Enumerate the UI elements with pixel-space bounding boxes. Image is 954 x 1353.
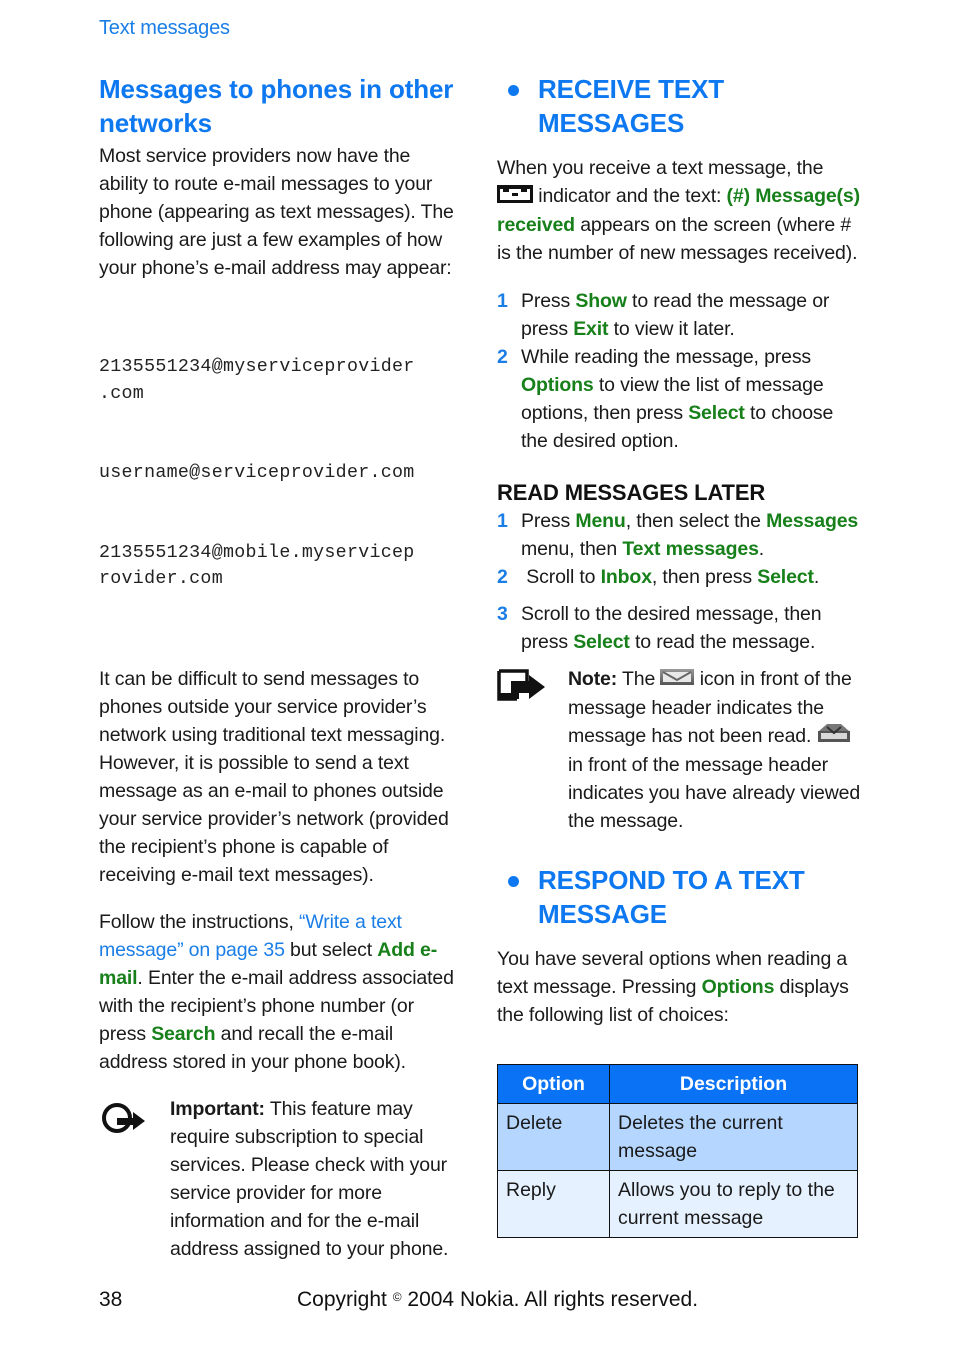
step-number: 2 — [497, 345, 508, 368]
section-heading-receive: RECEIVE TEXT MESSAGES — [497, 72, 862, 140]
step-item: 1 Press Show to read the message or pres… — [497, 287, 862, 343]
bullet-icon — [508, 875, 519, 887]
page-number: 38 — [99, 1288, 123, 1311]
table-row: Delete Deletes the current message — [497, 1103, 858, 1171]
key-menu: Menu — [575, 509, 626, 532]
key-text-messages: Text messages — [622, 537, 759, 560]
important-icon — [99, 1099, 149, 1147]
right-column: RECEIVE TEXT MESSAGES When you receive a… — [497, 72, 862, 1029]
key-select: Select — [573, 630, 630, 653]
running-head: Text messages — [99, 17, 230, 39]
key-options: Options — [701, 975, 775, 998]
message-indicator-icon — [497, 183, 533, 211]
email-examples: 2135551234@myserviceprovider .com userna… — [99, 301, 464, 646]
options-table: Option Description Delete Deletes the cu… — [497, 1064, 858, 1238]
step-number: 3 — [497, 602, 508, 625]
text-run: While reading the message, press — [521, 345, 812, 368]
text-run: to read the message. — [629, 630, 816, 653]
text-run: but select — [284, 938, 378, 961]
text-run: Copyright — [297, 1288, 393, 1311]
left-column: Messages to phones in other networks Mos… — [99, 72, 464, 1263]
text-run: , then select the — [625, 509, 767, 532]
respond-paragraph: You have several options when reading a … — [497, 945, 862, 1029]
instructions-paragraph: Follow the instructions, “Write a text m… — [99, 908, 464, 1076]
email-example: username@serviceprovider.com — [99, 463, 415, 483]
text-run: , then press — [651, 565, 758, 588]
step-item: 3 Scroll to the desired message, then pr… — [497, 600, 862, 656]
section-heading-read-later: READ MESSAGES LATER — [497, 479, 766, 505]
column-header-option: Option — [497, 1064, 610, 1104]
text-run: Scroll to — [521, 565, 601, 588]
heading-text: RESPOND TO A TEXT MESSAGE — [538, 864, 805, 929]
email-example: 2135551234@mobile.myservicep rovider.com — [99, 542, 415, 590]
section-heading-other-networks: Messages to phones in other networks — [99, 74, 454, 138]
option-cell: Delete — [497, 1103, 610, 1171]
step-number: 1 — [497, 289, 508, 312]
text-run: Press — [521, 289, 576, 312]
description-cell: Allows you to reply to the current messa… — [609, 1170, 858, 1238]
step-number: 2 — [497, 565, 508, 588]
table-row: Reply Allows you to reply to the current… — [497, 1170, 858, 1238]
email-example: 2135551234@myserviceprovider .com — [99, 357, 415, 404]
note-label: Note: — [568, 667, 618, 690]
key-show: Show — [575, 289, 627, 312]
copyright: Copyright © 2004 Nokia. All rights reser… — [297, 1288, 698, 1312]
read-later-steps: 1 Press Menu, then select the Messages m… — [497, 507, 862, 656]
text-run: indicator and the text: — [533, 185, 727, 207]
step-item: 2 While reading the message, press Optio… — [497, 343, 862, 455]
table-header-row: Option Description — [497, 1064, 858, 1104]
step-item: 2 Scroll to Inbox, then press Select. — [497, 563, 862, 591]
key-inbox: Inbox — [600, 565, 652, 588]
receive-steps: 1 Press Show to read the message or pres… — [497, 287, 862, 455]
description-cell: Deletes the current message — [609, 1103, 858, 1171]
important-notice: Important: This feature may require subs… — [99, 1095, 464, 1263]
key-select: Select — [757, 565, 814, 588]
column-header-description: Description — [609, 1064, 858, 1104]
text-run: 2004 Nokia. All rights reserved. — [401, 1288, 699, 1311]
heading-text: RECEIVE TEXT MESSAGES — [538, 74, 725, 138]
text-run: in front of the message header indicates… — [568, 753, 861, 832]
text-run: When you receive a text message, the — [497, 157, 824, 179]
important-label: Important: — [170, 1097, 265, 1120]
step-item: 1 Press Menu, then select the Messages m… — [497, 507, 862, 563]
intro-paragraph: Most service providers now have the abil… — [99, 145, 454, 279]
option-cell: Reply — [497, 1170, 610, 1238]
key-options: Options — [521, 373, 594, 396]
text-run: . — [758, 537, 765, 560]
key-search: Search — [151, 1022, 216, 1045]
section-heading-respond: RESPOND TO A TEXT MESSAGE — [497, 863, 862, 931]
read-message-icon — [817, 723, 851, 751]
bullet-icon — [508, 85, 519, 96]
note-icon — [497, 669, 547, 711]
key-select: Select — [688, 401, 745, 424]
key-exit: Exit — [573, 317, 609, 340]
text-run: Follow the instructions, — [99, 910, 300, 933]
text-run: menu, then — [521, 537, 623, 560]
text-run: The — [617, 667, 661, 690]
important-text: This feature may require subscription to… — [170, 1097, 449, 1260]
text-run: Press — [521, 509, 576, 532]
unread-message-icon — [660, 666, 695, 694]
text-run: . — [813, 565, 820, 588]
difficulty-paragraph: It can be difficult to send messages to … — [99, 667, 449, 886]
copyright-symbol: © — [392, 1290, 402, 1304]
receive-paragraph: When you receive a text message, the ind… — [497, 154, 862, 267]
step-number: 1 — [497, 509, 508, 532]
key-messages: Messages — [766, 509, 859, 532]
text-run: to view it later. — [608, 317, 735, 340]
note-notice: Note: The icon in front of the message h… — [497, 665, 862, 835]
